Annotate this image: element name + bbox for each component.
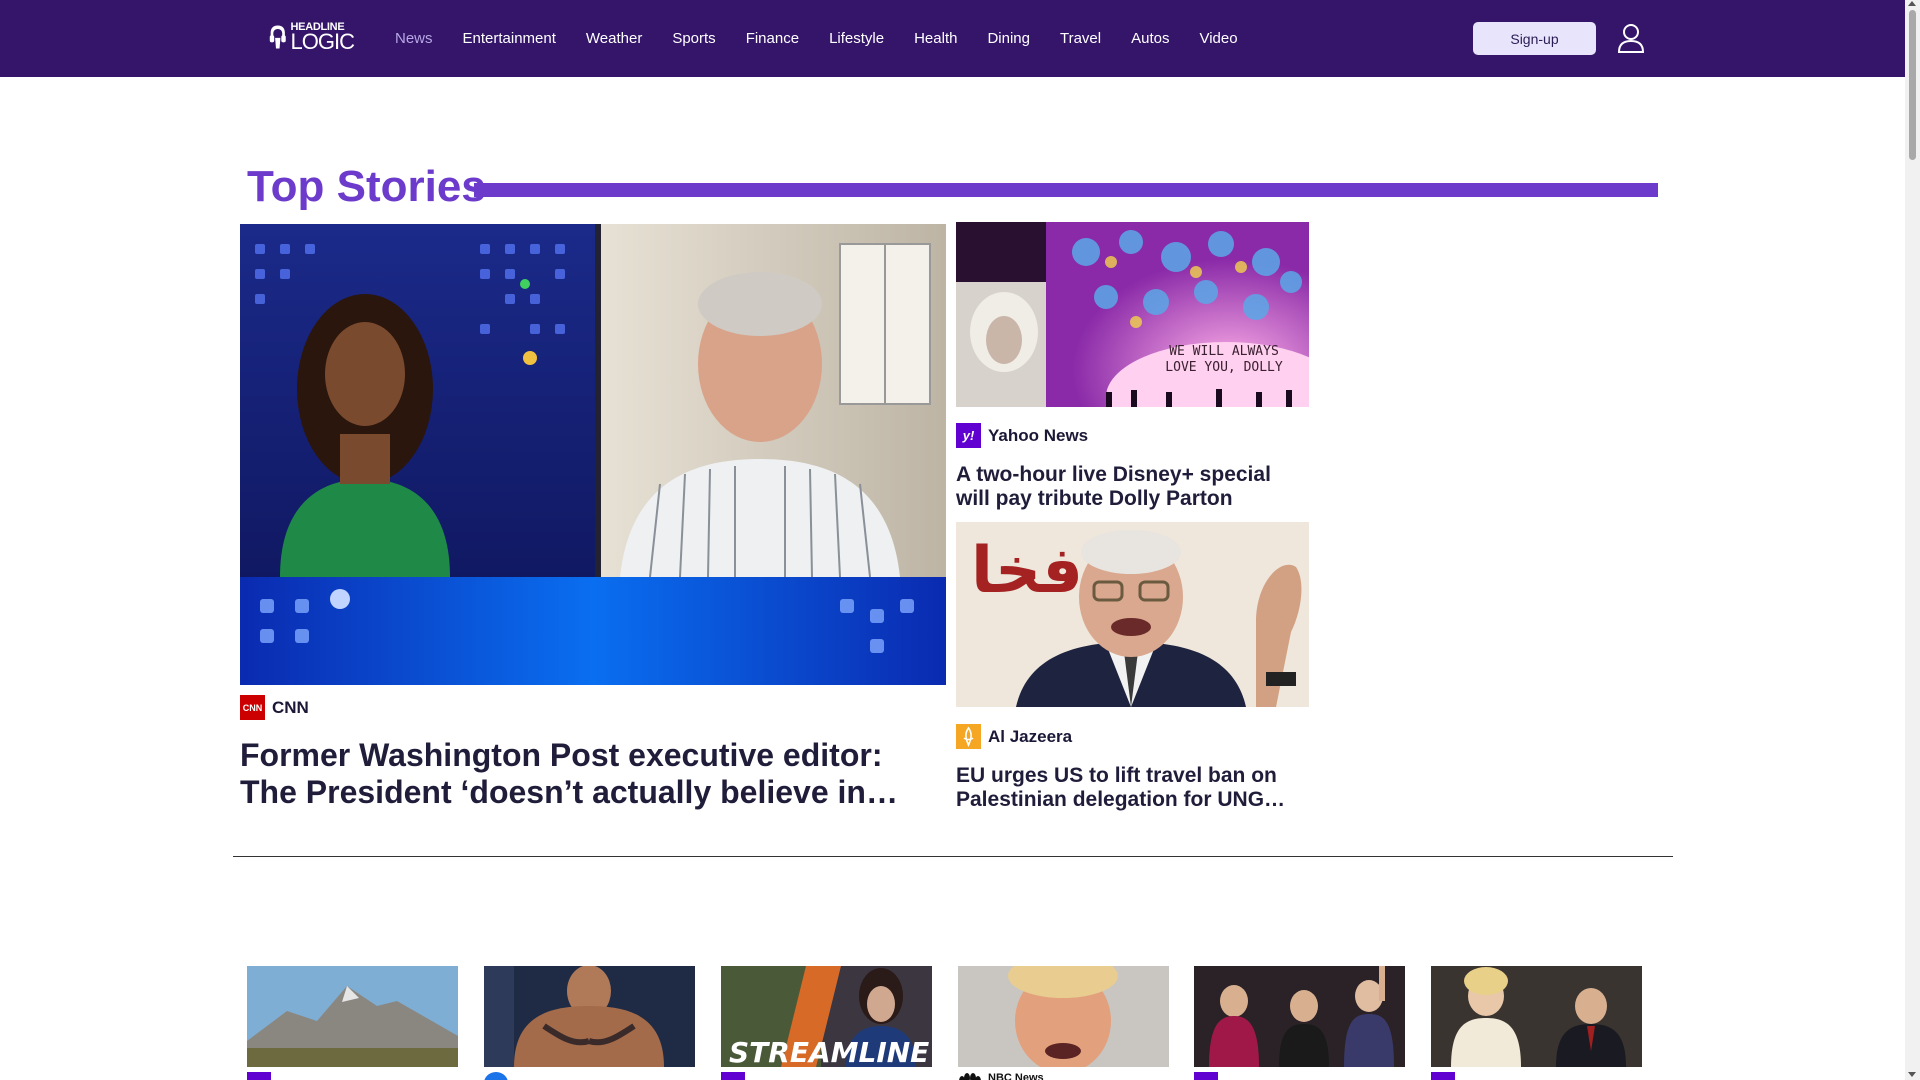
thumb-4-source-name: NBC News xyxy=(988,1072,1044,1080)
thumb-6-source[interactable] xyxy=(1431,1072,1455,1080)
royal-photo-graphic xyxy=(1431,966,1642,1067)
thumb-story-2-image[interactable] xyxy=(484,966,695,1067)
yahoo-logo-icon xyxy=(1194,1072,1218,1080)
section-title-rule xyxy=(474,183,1658,197)
yahoo-logo-icon xyxy=(721,1072,745,1080)
thumb-1-source[interactable] xyxy=(247,1072,271,1080)
cnn-logo-icon: CNN xyxy=(240,695,265,720)
thumb-story-3-image[interactable]: STREAMLINE xyxy=(721,966,932,1067)
nav-weather[interactable]: Weather xyxy=(586,30,642,47)
thumb-4-source[interactable]: NBC News xyxy=(958,1072,1044,1080)
dolly-tribute-graphic: WE WILL ALWAYS LOVE YOU, DOLLY xyxy=(956,222,1309,407)
side-story-2-title[interactable]: EU urges US to lift travel ban on Palest… xyxy=(956,764,1296,812)
side-story-2-source[interactable]: Al Jazeera xyxy=(956,724,1072,749)
thumb-story-1-image[interactable] xyxy=(247,966,458,1067)
hero-story-image[interactable] xyxy=(240,224,946,685)
hero-source-name: CNN xyxy=(272,697,309,717)
assembly-photo-graphic xyxy=(1194,966,1405,1067)
dolly-image-text-2: LOVE YOU, DOLLY xyxy=(1165,360,1283,375)
logo-line-2: LOGIC xyxy=(290,28,355,54)
mountain-photo-graphic xyxy=(247,966,458,1067)
nav-dining[interactable]: Dining xyxy=(987,30,1030,47)
side-story-1-source[interactable]: y! Yahoo News xyxy=(956,423,1088,448)
nbc-peacock-logo-icon xyxy=(959,1073,981,1080)
side-story-1-source-name: Yahoo News xyxy=(988,425,1089,445)
section-title: Top Stories xyxy=(247,162,486,211)
politician-photo-graphic xyxy=(958,966,1169,1067)
nav-entertainment[interactable]: Entertainment xyxy=(463,30,556,47)
thumb-2-source[interactable] xyxy=(484,1072,508,1080)
blue-circle-logo-icon xyxy=(484,1072,508,1080)
thumb-story-6-image[interactable] xyxy=(1431,966,1642,1067)
main-nav: News Entertainment Weather Sports Financ… xyxy=(395,0,1268,77)
nav-travel[interactable]: Travel xyxy=(1060,30,1101,47)
thumb-3-source[interactable] xyxy=(721,1072,745,1080)
dolly-image-text-1: WE WILL ALWAYS xyxy=(1169,344,1279,359)
hero-story-title[interactable]: Former Washington Post executive editor:… xyxy=(240,737,940,811)
side-story-1-title[interactable]: A two-hour live Disney+ special will pay… xyxy=(956,463,1296,511)
abbas-photo-graphic: فخا xyxy=(956,522,1309,707)
side-story-1-image[interactable]: WE WILL ALWAYS LOVE YOU, DOLLY xyxy=(956,222,1309,407)
nav-autos[interactable]: Autos xyxy=(1131,30,1169,47)
side-story-2-image[interactable]: فخا xyxy=(956,522,1309,707)
nav-sports[interactable]: Sports xyxy=(672,30,715,47)
side-story-2-source-name: Al Jazeera xyxy=(988,726,1073,746)
nav-video[interactable]: Video xyxy=(1199,30,1237,47)
yahoo-logo-icon: y! xyxy=(956,423,981,448)
nav-finance[interactable]: Finance xyxy=(746,30,799,47)
signup-button[interactable]: Sign-up xyxy=(1473,22,1596,55)
yahoo-logo-icon xyxy=(247,1072,271,1080)
logo-mark-icon xyxy=(269,25,286,49)
streamline-graphic: STREAMLINE xyxy=(721,966,932,1067)
nav-lifestyle[interactable]: Lifestyle xyxy=(829,30,884,47)
scroll-up-arrow-icon[interactable] xyxy=(1908,1,1916,6)
hero-image-graphic xyxy=(240,224,946,685)
hero-source[interactable]: CNN CNN xyxy=(240,695,309,720)
section-divider xyxy=(233,856,1673,857)
streamline-image-text: STREAMLINE xyxy=(729,1036,929,1067)
yahoo-logo-icon xyxy=(1431,1072,1455,1080)
top-nav-bar: HEADLINE LOGIC News Entertainment Weathe… xyxy=(0,0,1905,77)
user-account-icon[interactable] xyxy=(1617,23,1645,53)
page-scrollbar[interactable] xyxy=(1905,0,1920,1080)
al-jazeera-logo-icon xyxy=(956,724,981,749)
fighter-photo-graphic xyxy=(484,966,695,1067)
thumb-story-5-image[interactable] xyxy=(1194,966,1405,1067)
thumb-story-4-image[interactable] xyxy=(958,966,1169,1067)
scrollbar-thumb[interactable] xyxy=(1909,10,1916,160)
arabic-banner-text: فخا xyxy=(971,534,1083,608)
thumb-5-source[interactable] xyxy=(1194,1072,1218,1080)
nav-health[interactable]: Health xyxy=(914,30,957,47)
headline-logic-logo[interactable]: HEADLINE LOGIC xyxy=(268,20,355,54)
scroll-down-arrow-icon[interactable] xyxy=(1908,1072,1916,1077)
nav-news[interactable]: News xyxy=(395,30,433,47)
